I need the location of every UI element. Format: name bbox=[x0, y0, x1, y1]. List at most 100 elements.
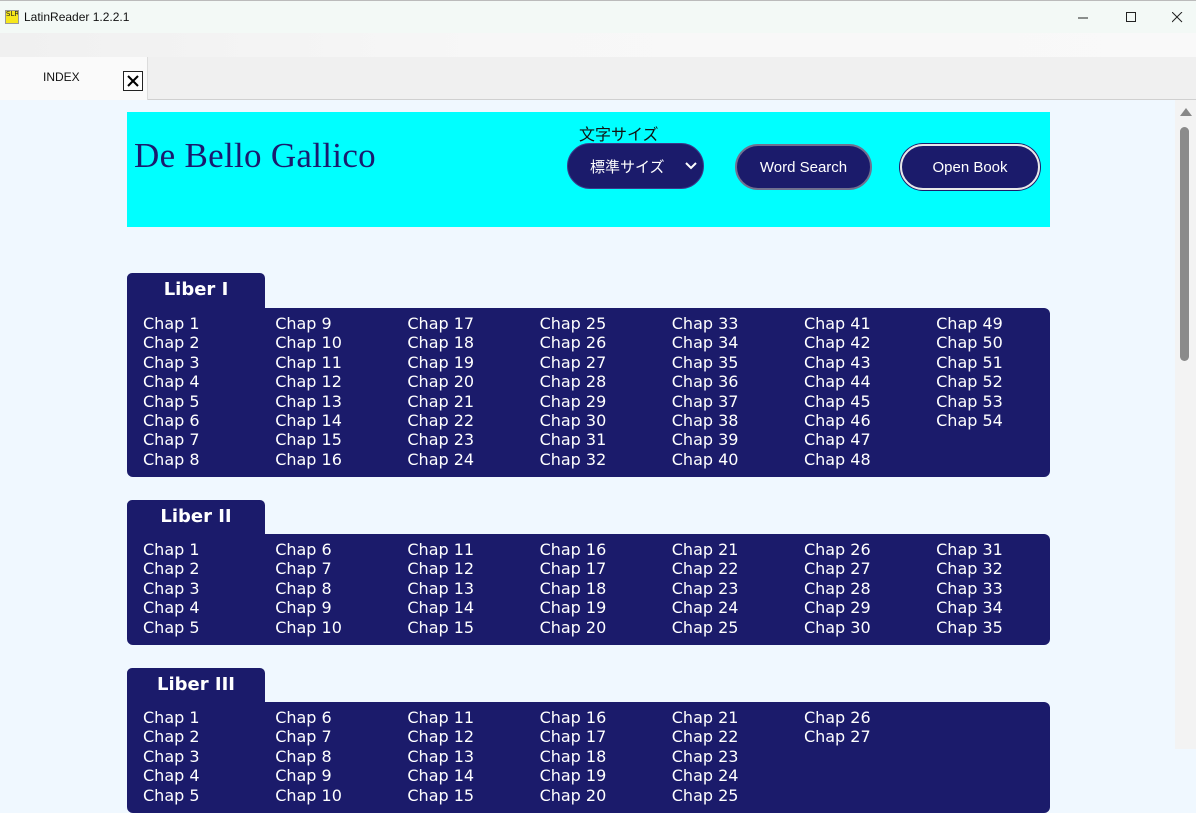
word-search-button[interactable]: Word Search bbox=[735, 144, 872, 190]
scroll-thumb[interactable] bbox=[1180, 127, 1189, 361]
chapter-link[interactable]: Chap 30 bbox=[540, 411, 672, 430]
chapter-link[interactable]: Chap 49 bbox=[936, 314, 1068, 333]
chapter-link[interactable]: Chap 23 bbox=[672, 579, 804, 598]
chapter-link[interactable]: Chap 29 bbox=[804, 598, 936, 617]
chapter-link[interactable]: Chap 13 bbox=[275, 392, 407, 411]
chapter-link[interactable]: Chap 18 bbox=[540, 579, 672, 598]
chapter-link[interactable]: Chap 1 bbox=[143, 540, 275, 559]
scroll-up-arrow-icon[interactable] bbox=[1180, 108, 1192, 116]
chapter-link[interactable]: Chap 20 bbox=[540, 618, 672, 637]
chapter-link[interactable]: Chap 18 bbox=[407, 333, 539, 352]
tab-index[interactable]: INDEX bbox=[0, 57, 148, 100]
chapter-link[interactable]: Chap 10 bbox=[275, 618, 407, 637]
chapter-link[interactable]: Chap 8 bbox=[143, 450, 275, 469]
chapter-link[interactable]: Chap 16 bbox=[275, 450, 407, 469]
chapter-link[interactable]: Chap 10 bbox=[275, 786, 407, 805]
chapter-link[interactable]: Chap 9 bbox=[275, 598, 407, 617]
chapter-link[interactable]: Chap 12 bbox=[407, 559, 539, 578]
chapter-link[interactable]: Chap 19 bbox=[540, 598, 672, 617]
chapter-link[interactable]: Chap 43 bbox=[804, 353, 936, 372]
minimize-button[interactable] bbox=[1060, 1, 1106, 34]
chapter-link[interactable]: Chap 3 bbox=[143, 579, 275, 598]
chapter-link[interactable]: Chap 46 bbox=[804, 411, 936, 430]
chapter-link[interactable]: Chap 28 bbox=[540, 372, 672, 391]
chapter-link[interactable]: Chap 17 bbox=[540, 559, 672, 578]
chapter-link[interactable]: Chap 20 bbox=[407, 372, 539, 391]
chapter-link[interactable]: Chap 21 bbox=[407, 392, 539, 411]
chapter-link[interactable]: Chap 13 bbox=[407, 747, 539, 766]
chapter-link[interactable]: Chap 31 bbox=[936, 540, 1068, 559]
chapter-link[interactable]: Chap 25 bbox=[672, 618, 804, 637]
tab-close-button[interactable] bbox=[123, 71, 143, 91]
chapter-link[interactable]: Chap 4 bbox=[143, 598, 275, 617]
chapter-link[interactable]: Chap 52 bbox=[936, 372, 1068, 391]
chapter-link[interactable]: Chap 5 bbox=[143, 786, 275, 805]
chapter-link[interactable]: Chap 51 bbox=[936, 353, 1068, 372]
chapter-link[interactable]: Chap 34 bbox=[936, 598, 1068, 617]
maximize-button[interactable] bbox=[1108, 1, 1154, 34]
chapter-link[interactable]: Chap 28 bbox=[804, 579, 936, 598]
chapter-link[interactable]: Chap 32 bbox=[540, 450, 672, 469]
font-size-select[interactable]: 標準サイズ bbox=[567, 143, 704, 189]
chapter-link[interactable]: Chap 22 bbox=[672, 559, 804, 578]
chapter-link[interactable]: Chap 35 bbox=[672, 353, 804, 372]
chapter-link[interactable]: Chap 31 bbox=[540, 430, 672, 449]
chapter-link[interactable]: Chap 36 bbox=[672, 372, 804, 391]
chapter-link[interactable]: Chap 19 bbox=[407, 353, 539, 372]
chapter-link[interactable]: Chap 6 bbox=[275, 540, 407, 559]
chapter-link[interactable]: Chap 12 bbox=[407, 727, 539, 746]
chapter-link[interactable]: Chap 27 bbox=[804, 559, 936, 578]
chapter-link[interactable]: Chap 2 bbox=[143, 727, 275, 746]
chapter-link[interactable]: Chap 22 bbox=[672, 727, 804, 746]
chapter-link[interactable]: Chap 22 bbox=[407, 411, 539, 430]
chapter-link[interactable]: Chap 3 bbox=[143, 747, 275, 766]
chapter-link[interactable]: Chap 17 bbox=[407, 314, 539, 333]
chapter-link[interactable]: Chap 5 bbox=[143, 618, 275, 637]
chapter-link[interactable]: Chap 3 bbox=[143, 353, 275, 372]
chapter-link[interactable]: Chap 4 bbox=[143, 766, 275, 785]
chapter-link[interactable]: Chap 2 bbox=[143, 333, 275, 352]
chapter-link[interactable]: Chap 42 bbox=[804, 333, 936, 352]
chapter-link[interactable]: Chap 39 bbox=[672, 430, 804, 449]
chapter-link[interactable]: Chap 19 bbox=[540, 766, 672, 785]
chapter-link[interactable]: Chap 23 bbox=[407, 430, 539, 449]
chapter-link[interactable]: Chap 16 bbox=[540, 540, 672, 559]
chapter-link[interactable]: Chap 17 bbox=[540, 727, 672, 746]
chapter-link[interactable]: Chap 16 bbox=[540, 708, 672, 727]
chapter-link[interactable]: Chap 30 bbox=[804, 618, 936, 637]
chapter-link[interactable]: Chap 7 bbox=[275, 559, 407, 578]
chapter-link[interactable]: Chap 29 bbox=[540, 392, 672, 411]
chapter-link[interactable]: Chap 45 bbox=[804, 392, 936, 411]
chapter-link[interactable]: Chap 21 bbox=[672, 708, 804, 727]
chapter-link[interactable]: Chap 40 bbox=[672, 450, 804, 469]
vertical-scrollbar[interactable] bbox=[1175, 100, 1196, 749]
chapter-link[interactable]: Chap 13 bbox=[407, 579, 539, 598]
chapter-link[interactable]: Chap 25 bbox=[540, 314, 672, 333]
chapter-link[interactable]: Chap 33 bbox=[936, 579, 1068, 598]
chapter-link[interactable]: Chap 44 bbox=[804, 372, 936, 391]
chapter-link[interactable]: Chap 12 bbox=[275, 372, 407, 391]
chapter-link[interactable]: Chap 1 bbox=[143, 314, 275, 333]
chapter-link[interactable]: Chap 7 bbox=[143, 430, 275, 449]
chapter-link[interactable]: Chap 1 bbox=[143, 708, 275, 727]
chapter-link[interactable]: Chap 9 bbox=[275, 314, 407, 333]
chapter-link[interactable]: Chap 14 bbox=[275, 411, 407, 430]
chapter-link[interactable]: Chap 8 bbox=[275, 579, 407, 598]
chapter-link[interactable]: Chap 35 bbox=[936, 618, 1068, 637]
chapter-link[interactable]: Chap 24 bbox=[407, 450, 539, 469]
chapter-link[interactable]: Chap 6 bbox=[275, 708, 407, 727]
chapter-link[interactable]: Chap 54 bbox=[936, 411, 1068, 430]
chapter-link[interactable]: Chap 53 bbox=[936, 392, 1068, 411]
chapter-link[interactable]: Chap 15 bbox=[407, 618, 539, 637]
chapter-link[interactable]: Chap 48 bbox=[804, 450, 936, 469]
chapter-link[interactable]: Chap 37 bbox=[672, 392, 804, 411]
close-window-button[interactable] bbox=[1154, 1, 1196, 34]
chapter-link[interactable]: Chap 27 bbox=[540, 353, 672, 372]
chapter-link[interactable]: Chap 11 bbox=[275, 353, 407, 372]
open-book-button[interactable]: Open Book bbox=[900, 144, 1040, 190]
chapter-link[interactable]: Chap 24 bbox=[672, 598, 804, 617]
chapter-link[interactable]: Chap 11 bbox=[407, 540, 539, 559]
chapter-link[interactable]: Chap 47 bbox=[804, 430, 936, 449]
chapter-link[interactable]: Chap 24 bbox=[672, 766, 804, 785]
chapter-link[interactable]: Chap 41 bbox=[804, 314, 936, 333]
